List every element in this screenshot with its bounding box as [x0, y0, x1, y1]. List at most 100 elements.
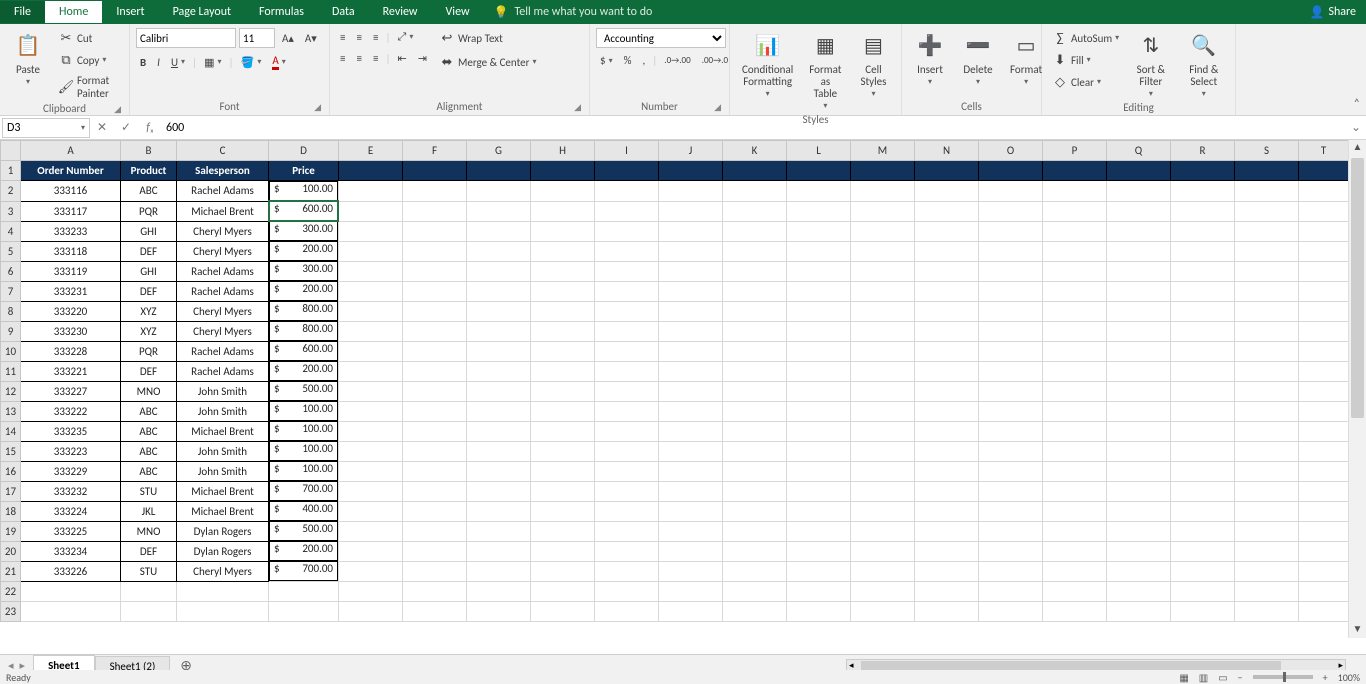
borders-button[interactable]: ▦▾	[200, 54, 225, 71]
cell-M17[interactable]	[851, 481, 915, 501]
cell-I13[interactable]	[595, 401, 659, 421]
cell-N10[interactable]	[915, 341, 979, 361]
cell-Q22[interactable]	[1107, 582, 1171, 602]
cell-R5[interactable]	[1171, 241, 1235, 261]
cell-P12[interactable]	[1043, 381, 1107, 401]
cell-M1[interactable]	[851, 161, 915, 181]
cell-O4[interactable]	[979, 221, 1043, 241]
cell-O14[interactable]	[979, 421, 1043, 441]
cell-M8[interactable]	[851, 301, 915, 321]
cell-R6[interactable]	[1171, 261, 1235, 281]
cell-Q23[interactable]	[1107, 602, 1171, 622]
cut-button[interactable]: ✂Cut	[54, 28, 123, 48]
cell-M18[interactable]	[851, 501, 915, 521]
cell-J9[interactable]	[659, 321, 723, 341]
row-header-19[interactable]: 19	[1, 521, 21, 541]
cell-D18[interactable]: $400.00	[269, 501, 338, 521]
cell-K3[interactable]	[723, 201, 787, 221]
cell-K9[interactable]	[723, 321, 787, 341]
cell-N16[interactable]	[915, 461, 979, 481]
spreadsheet-grid[interactable]: ABCDEFGHIJKLMNOPQRST1Order NumberProduct…	[0, 140, 1349, 622]
cell-T21[interactable]	[1299, 561, 1349, 582]
insert-cells-button[interactable]: ➕Insert▾	[908, 28, 952, 89]
cell-H20[interactable]	[531, 541, 595, 561]
cell-R19[interactable]	[1171, 521, 1235, 541]
tab-view[interactable]: View	[432, 1, 484, 23]
scroll-right-icon[interactable]: ▸	[1338, 660, 1343, 671]
cell-B3[interactable]: PQR	[121, 201, 177, 221]
cell-H4[interactable]	[531, 221, 595, 241]
cell-R8[interactable]	[1171, 301, 1235, 321]
cell-C18[interactable]: Michael Brent	[177, 501, 269, 521]
cell-P4[interactable]	[1043, 221, 1107, 241]
cell-F15[interactable]	[403, 441, 467, 461]
column-header-J[interactable]: J	[659, 141, 723, 161]
cell-H17[interactable]	[531, 481, 595, 501]
column-header-Q[interactable]: Q	[1107, 141, 1171, 161]
cell-L22[interactable]	[787, 582, 851, 602]
cell-P7[interactable]	[1043, 281, 1107, 301]
column-header-I[interactable]: I	[595, 141, 659, 161]
cell-P3[interactable]	[1043, 201, 1107, 221]
cell-B14[interactable]: ABC	[121, 421, 177, 441]
cell-L1[interactable]	[787, 161, 851, 181]
cell-Q12[interactable]	[1107, 381, 1171, 401]
cell-L3[interactable]	[787, 201, 851, 221]
cell-G2[interactable]	[467, 181, 531, 202]
cell-C9[interactable]: Cheryl Myers	[177, 321, 269, 341]
cell-M14[interactable]	[851, 421, 915, 441]
cell-M6[interactable]	[851, 261, 915, 281]
row-header-12[interactable]: 12	[1, 381, 21, 401]
cell-B19[interactable]: MNO	[121, 521, 177, 541]
cell-B7[interactable]: DEF	[121, 281, 177, 301]
cell-D21[interactable]: $700.00	[269, 561, 338, 581]
row-header-15[interactable]: 15	[1, 441, 21, 461]
cell-E10[interactable]	[339, 341, 403, 361]
cell-H8[interactable]	[531, 301, 595, 321]
cell-K15[interactable]	[723, 441, 787, 461]
cell-J4[interactable]	[659, 221, 723, 241]
cell-N3[interactable]	[915, 201, 979, 221]
cell-M3[interactable]	[851, 201, 915, 221]
font-size-combo[interactable]	[239, 28, 275, 48]
cell-K5[interactable]	[723, 241, 787, 261]
fill-color-button[interactable]: 🪣▾	[237, 54, 266, 71]
bold-button[interactable]: B	[136, 54, 150, 71]
cell-S3[interactable]	[1235, 201, 1299, 221]
cell-S10[interactable]	[1235, 341, 1299, 361]
cell-D10[interactable]: $600.00	[269, 341, 338, 361]
cell-F1[interactable]	[403, 161, 467, 181]
cell-H6[interactable]	[531, 261, 595, 281]
cell-E3[interactable]	[339, 201, 403, 221]
cell-R16[interactable]	[1171, 461, 1235, 481]
cell-M7[interactable]	[851, 281, 915, 301]
cell-Q15[interactable]	[1107, 441, 1171, 461]
cell-I23[interactable]	[595, 602, 659, 622]
cell-F22[interactable]	[403, 582, 467, 602]
cell-F14[interactable]	[403, 421, 467, 441]
cell-M10[interactable]	[851, 341, 915, 361]
cell-A13[interactable]: 333222	[21, 401, 121, 421]
cell-J19[interactable]	[659, 521, 723, 541]
cell-A12[interactable]: 333227	[21, 381, 121, 401]
alignment-launcher[interactable]: ◢	[574, 102, 581, 113]
cell-Q2[interactable]	[1107, 181, 1171, 202]
cell-C12[interactable]: John Smith	[177, 381, 269, 401]
row-header-4[interactable]: 4	[1, 221, 21, 241]
tell-me-search[interactable]: 💡 Tell me what you want to do	[494, 5, 653, 20]
cell-G11[interactable]	[467, 361, 531, 381]
cell-J3[interactable]	[659, 201, 723, 221]
cell-F7[interactable]	[403, 281, 467, 301]
cell-L17[interactable]	[787, 481, 851, 501]
cell-K6[interactable]	[723, 261, 787, 281]
cell-O15[interactable]	[979, 441, 1043, 461]
cell-A15[interactable]: 333223	[21, 441, 121, 461]
cell-N13[interactable]	[915, 401, 979, 421]
cell-S16[interactable]	[1235, 461, 1299, 481]
column-header-H[interactable]: H	[531, 141, 595, 161]
cell-T18[interactable]	[1299, 501, 1349, 521]
row-header-23[interactable]: 23	[1, 602, 21, 622]
cell-S22[interactable]	[1235, 582, 1299, 602]
cell-N23[interactable]	[915, 602, 979, 622]
cell-S14[interactable]	[1235, 421, 1299, 441]
